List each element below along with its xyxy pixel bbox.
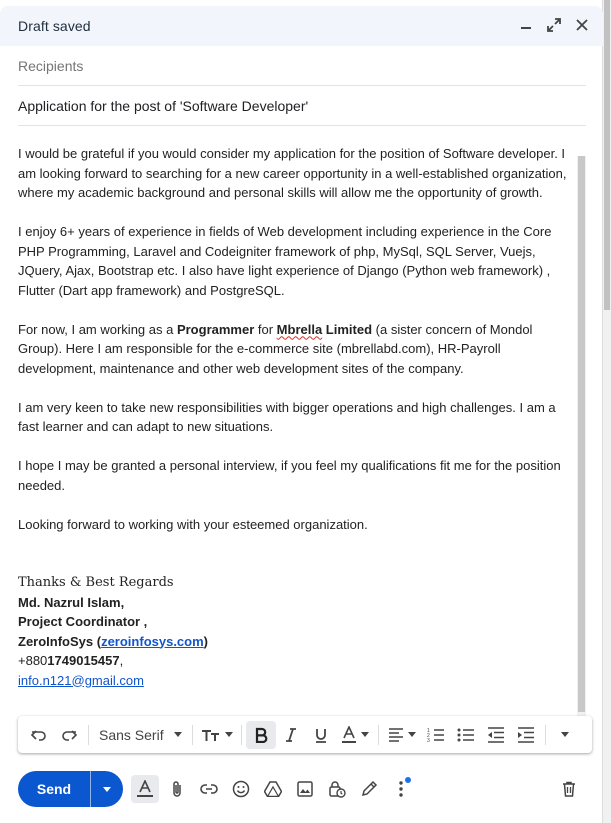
formatting-toolbar: Sans Serif 123	[18, 716, 592, 753]
more-formatting-icon[interactable]	[550, 721, 580, 749]
indent-less-icon[interactable]	[481, 721, 511, 749]
text-size-icon[interactable]	[197, 721, 237, 749]
phone-number: 1749015457	[47, 653, 120, 668]
company-website-link[interactable]: zeroinfosys.com	[101, 634, 204, 649]
send-button[interactable]: Send	[18, 771, 90, 807]
body-paragraph: I would be grateful if you would conside…	[18, 146, 567, 200]
font-family-label: Sans Serif	[99, 726, 164, 743]
schedule-send-dropdown[interactable]	[91, 771, 123, 807]
role-text: Programmer	[176, 321, 255, 337]
drive-icon[interactable]	[259, 775, 287, 803]
more-options-icon[interactable]	[387, 775, 415, 803]
draft-status-title: Draft saved	[18, 18, 91, 34]
signature-name: Md. Nazrul Islam,	[18, 594, 125, 610]
message-body[interactable]: I would be grateful if you would conside…	[18, 144, 570, 714]
body-scrollbar-thumb[interactable]	[578, 156, 585, 712]
body-paragraph: I enjoy 6+ years of experience in fields…	[18, 224, 552, 298]
chevron-down-icon	[224, 732, 233, 737]
signature-closing: Thanks & Best Regards	[18, 575, 174, 590]
company-text: Limited	[322, 321, 373, 337]
signature-icon[interactable]	[355, 775, 383, 803]
toolbar-divider	[544, 724, 546, 745]
body-text: for	[254, 321, 277, 337]
numbered-list-icon[interactable]: 123	[421, 721, 451, 749]
italic-icon[interactable]	[276, 721, 306, 749]
body-paragraph: For now, I am working as a Programmer fo…	[18, 320, 570, 379]
chevron-down-icon	[360, 732, 369, 737]
body-text: For now, I am working as a	[18, 321, 177, 337]
recipients-placeholder: Recipients	[18, 57, 84, 74]
send-button-group: Send	[18, 771, 123, 807]
body-paragraph: Looking forward to working with your est…	[18, 516, 368, 532]
underline-icon[interactable]	[306, 721, 336, 749]
chevron-down-icon	[173, 732, 182, 737]
body-paragraph: I am very keen to take new responsibilit…	[18, 399, 556, 435]
toolbar-divider	[88, 724, 89, 745]
compose-bottom-bar: Send	[0, 766, 603, 812]
signature-paren: )	[203, 633, 209, 649]
text-color-icon[interactable]	[336, 721, 374, 749]
toolbar-divider	[191, 724, 193, 745]
font-family-dropdown[interactable]: Sans Serif	[93, 721, 188, 749]
redo-icon[interactable]	[54, 721, 84, 749]
toolbar-divider	[377, 724, 379, 745]
misspelled-word[interactable]: Mbrella	[277, 322, 323, 337]
compose-window: Draft saved Recipients Application for t…	[0, 0, 603, 823]
toolbar-divider	[240, 724, 242, 745]
emoji-icon[interactable]	[227, 775, 255, 803]
subject-field[interactable]: Application for the post of 'Software De…	[18, 86, 586, 126]
window-controls	[517, 16, 591, 34]
svg-text:3: 3	[427, 738, 430, 743]
email-link[interactable]: info.n121@gmail.com	[18, 673, 144, 688]
confidential-icon[interactable]	[323, 775, 351, 803]
body-paragraph: I hope I may be granted a personal inter…	[18, 458, 561, 493]
phone-prefix: +880	[18, 653, 48, 668]
chevron-down-icon	[560, 732, 569, 737]
signature-paren: (	[93, 633, 102, 649]
compose-actions	[131, 775, 415, 803]
bulleted-list-icon[interactable]	[451, 721, 481, 749]
close-icon[interactable]	[573, 16, 591, 34]
undo-icon[interactable]	[24, 721, 54, 749]
signature-company: ZeroInfoSys	[18, 633, 94, 649]
compose-title-bar[interactable]: Draft saved	[0, 6, 603, 46]
align-icon[interactable]	[383, 721, 421, 749]
recipients-field[interactable]: Recipients	[18, 46, 586, 86]
send-divider	[90, 771, 91, 807]
discard-icon[interactable]	[555, 775, 583, 803]
minimize-icon[interactable]	[517, 16, 535, 34]
link-icon[interactable]	[195, 775, 223, 803]
bold-icon[interactable]	[245, 720, 276, 749]
phone-suffix: ,	[119, 653, 124, 668]
formatting-options-icon[interactable]	[131, 775, 159, 803]
signature-title: Project Coordinator ,	[18, 614, 148, 629]
subject-text: Application for the post of 'Software De…	[18, 97, 309, 114]
page-scrollbar-thumb[interactable]	[604, 0, 610, 310]
signature-block: Thanks & Best Regards Md. Nazrul Islam, …	[18, 573, 570, 690]
fullscreen-icon[interactable]	[545, 16, 563, 34]
notification-dot	[405, 777, 411, 783]
photo-icon[interactable]	[291, 775, 319, 803]
indent-more-icon[interactable]	[511, 721, 541, 749]
chevron-down-icon	[407, 732, 416, 737]
attach-icon[interactable]	[163, 775, 191, 803]
chevron-down-icon	[103, 786, 111, 792]
